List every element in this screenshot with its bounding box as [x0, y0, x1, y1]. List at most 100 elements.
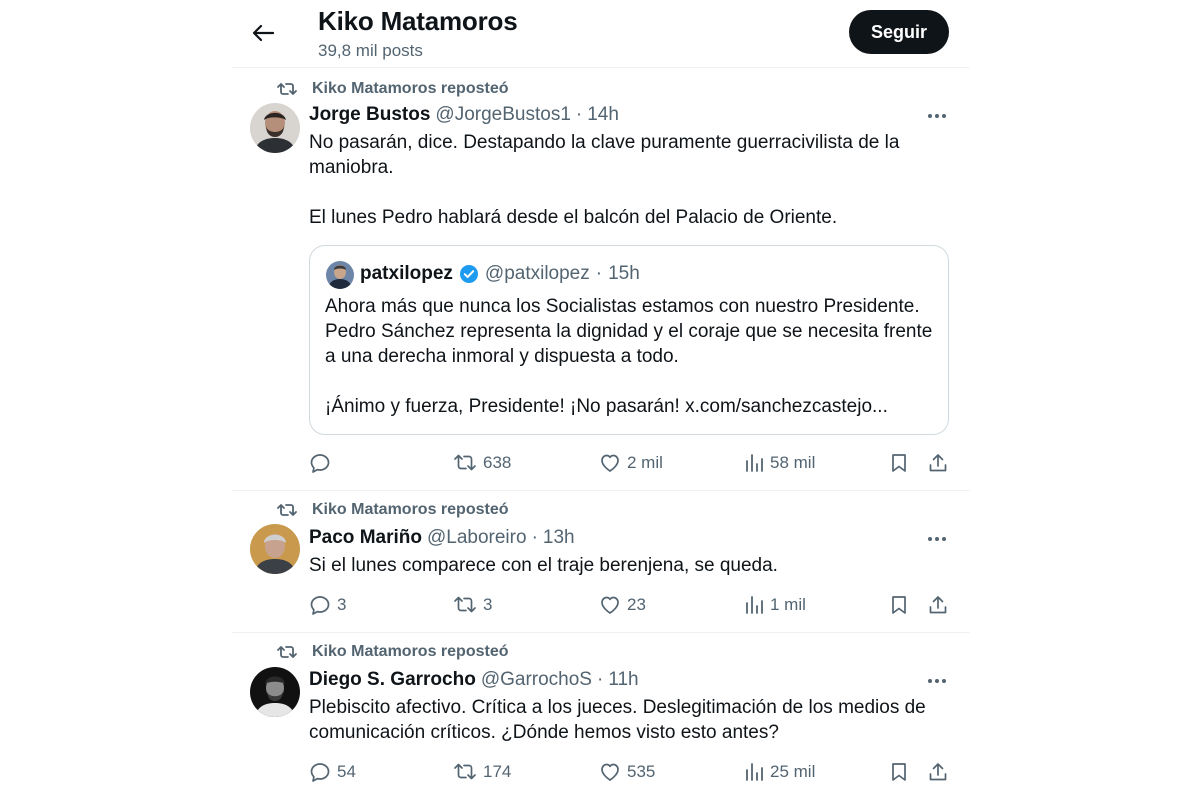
- repost-label: Kiko Matamoros reposteó: [312, 80, 509, 97]
- tweet-paragraph: El lunes Pedro hablará desde el balcón d…: [309, 207, 838, 228]
- tweet[interactable]: Kiko Matamoros reposteó Paco Mariño @Lab…: [232, 491, 970, 633]
- quoted-tweet-time: 15h: [608, 263, 640, 284]
- more-options-button[interactable]: [924, 106, 950, 126]
- reply-button[interactable]: 54: [309, 760, 356, 784]
- tweet[interactable]: Kiko Matamoros reposteó Diego S. Garroch…: [232, 633, 970, 800]
- views-chart-icon: [746, 454, 763, 472]
- reply-button[interactable]: 3: [309, 593, 346, 617]
- like-button[interactable]: 23: [599, 593, 646, 617]
- views-button[interactable]: 25 mil: [744, 760, 815, 784]
- separator-dot: ·: [595, 263, 603, 284]
- profile-header: Kiko Matamoros 39,8 mil posts Seguir: [232, 0, 970, 68]
- share-button[interactable]: [927, 451, 949, 475]
- reply-count: 3: [337, 595, 347, 614]
- repost-indicator: Kiko Matamoros reposteó: [276, 79, 508, 99]
- share-button[interactable]: [927, 760, 949, 784]
- author-name[interactable]: Jorge Bustos: [309, 104, 430, 126]
- tweet-paragraph: Si el lunes comparece con el traje beren…: [309, 555, 778, 576]
- tweet-text: No pasarán, dice. Destapando la clave pu…: [309, 130, 949, 230]
- heart-icon: [601, 596, 619, 614]
- bookmark-icon: [892, 454, 906, 472]
- views-count: 1 mil: [770, 595, 806, 614]
- avatar[interactable]: [250, 103, 300, 153]
- tweet-time[interactable]: 13h: [543, 527, 575, 549]
- follow-button[interactable]: Seguir: [849, 10, 949, 54]
- more-dots-icon: [928, 679, 946, 683]
- post-count: 39,8 mil posts: [318, 41, 423, 60]
- more-options-button[interactable]: [924, 671, 950, 691]
- repost-button[interactable]: 638: [453, 451, 511, 475]
- profile-timeline: Kiko Matamoros 39,8 mil posts Seguir Kik…: [232, 0, 970, 800]
- heart-icon: [601, 763, 619, 781]
- repost-count: 174: [483, 762, 512, 781]
- profile-name: Kiko Matamoros: [318, 6, 518, 36]
- reply-button[interactable]: [309, 451, 337, 475]
- tweet-paragraph: No pasarán, dice. Destapando la clave pu…: [309, 132, 900, 178]
- tweet-time[interactable]: 14h: [587, 104, 619, 126]
- repost-count: 3: [483, 595, 493, 614]
- repost-icon: [454, 763, 476, 780]
- views-count: 58 mil: [770, 453, 816, 472]
- repost-indicator: Kiko Matamoros reposteó: [276, 642, 508, 662]
- quoted-author-name: patxilopez: [360, 263, 453, 284]
- author-handle[interactable]: @Laboreiro: [427, 527, 527, 549]
- quoted-tweet[interactable]: patxilopez @patxilopez · 15h Ahora más q…: [309, 245, 949, 435]
- bookmark-icon: [892, 763, 906, 781]
- quoted-author-handle: @patxilopez: [484, 263, 590, 284]
- reply-icon: [310, 763, 330, 782]
- like-count: 23: [627, 595, 646, 614]
- repost-indicator: Kiko Matamoros reposteó: [276, 500, 508, 520]
- tweet-text: Si el lunes comparece con el traje beren…: [309, 553, 949, 578]
- share-button[interactable]: [927, 593, 949, 617]
- tweet[interactable]: Kiko Matamoros reposteó Jorge Bustos @Jo…: [232, 68, 970, 491]
- reply-icon: [310, 454, 330, 473]
- quoted-avatar: [326, 261, 354, 289]
- repost-label: Kiko Matamoros reposteó: [312, 501, 509, 518]
- author-handle[interactable]: @GarrochoS: [481, 669, 592, 691]
- like-button[interactable]: 535: [599, 760, 655, 784]
- arrow-left-icon: [252, 24, 274, 42]
- tweet-actions: 3 3 23 1 mil: [309, 593, 949, 617]
- quoted-author: patxilopez @patxilopez · 15h: [360, 263, 640, 285]
- tweet-text: Plebiscito afectivo. Crítica a los juece…: [309, 695, 949, 745]
- share-icon: [929, 454, 947, 472]
- share-icon: [929, 763, 947, 781]
- separator-dot: ·: [596, 669, 604, 690]
- repost-button[interactable]: 3: [453, 593, 492, 617]
- repost-icon: [276, 642, 298, 662]
- avatar[interactable]: [250, 524, 300, 574]
- author-name[interactable]: Diego S. Garrocho: [309, 669, 476, 691]
- tweet-actions: 54 174 535 25 mil: [309, 760, 949, 784]
- repost-icon: [276, 500, 298, 520]
- repost-button[interactable]: 174: [453, 760, 511, 784]
- views-button[interactable]: 58 mil: [744, 451, 815, 475]
- author-handle[interactable]: @JorgeBustos1: [435, 104, 570, 126]
- tweet-actions: 638 2 mil 58 mil: [309, 451, 949, 475]
- tweet-time[interactable]: 11h: [608, 669, 638, 691]
- tweet-paragraph: Plebiscito afectivo. Crítica a los juece…: [309, 697, 926, 743]
- views-chart-icon: [746, 596, 763, 614]
- verified-badge-icon: [459, 264, 479, 284]
- quoted-paragraph: ¡Ánimo y fuerza, Presidente! ¡No pasarán…: [325, 396, 888, 417]
- bookmark-button[interactable]: [889, 451, 909, 475]
- repost-icon: [454, 454, 476, 471]
- bookmark-button[interactable]: [889, 760, 909, 784]
- avatar[interactable]: [250, 667, 300, 717]
- quoted-tweet-text: Ahora más que nunca los Socialistas esta…: [325, 294, 937, 419]
- more-options-button[interactable]: [924, 529, 950, 549]
- reply-icon: [310, 596, 330, 615]
- tweet-author: Diego S. Garrocho @GarrochoS · 11h: [309, 669, 639, 691]
- reply-count: 54: [337, 762, 356, 781]
- back-button[interactable]: [248, 18, 278, 48]
- author-name[interactable]: Paco Mariño: [309, 527, 422, 549]
- more-dots-icon: [928, 537, 946, 541]
- like-button[interactable]: 2 mil: [599, 451, 663, 475]
- views-count: 25 mil: [770, 762, 816, 781]
- tweet-author: Paco Mariño @Laboreiro · 13h: [309, 527, 575, 549]
- tweet-author: Jorge Bustos @JorgeBustos1 · 14h: [309, 104, 619, 126]
- views-button[interactable]: 1 mil: [744, 593, 806, 617]
- bookmark-button[interactable]: [889, 593, 909, 617]
- heart-icon: [601, 454, 619, 472]
- bookmark-icon: [892, 596, 906, 614]
- like-count: 2 mil: [627, 453, 663, 472]
